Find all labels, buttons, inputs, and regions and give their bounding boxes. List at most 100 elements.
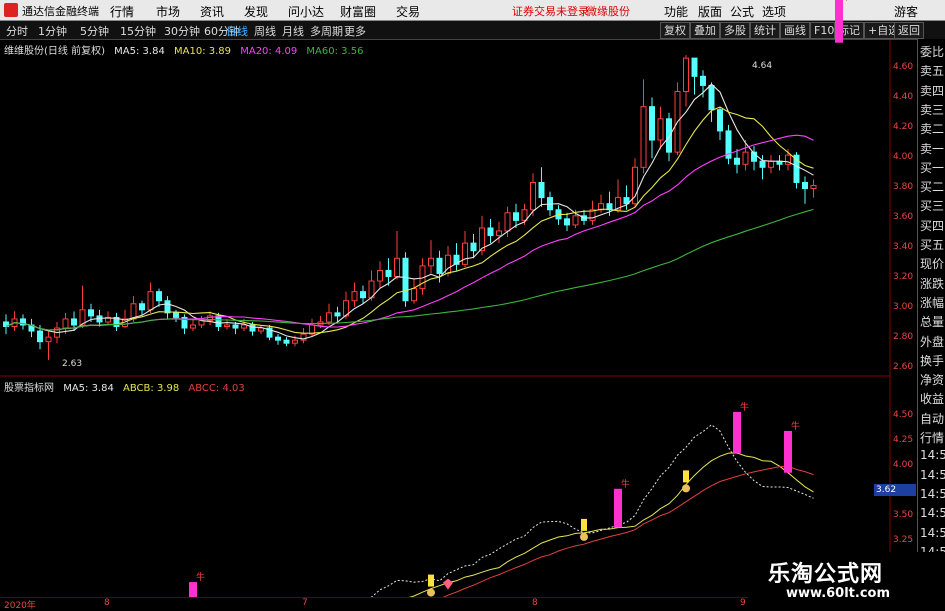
candle-body	[215, 315, 222, 328]
buy-bar	[683, 470, 689, 483]
candle-body	[88, 309, 94, 317]
candle-body	[462, 242, 468, 265]
candle-body	[428, 257, 434, 267]
candle-body	[768, 160, 774, 168]
candle-body	[504, 212, 511, 232]
x-tick-1: 8	[104, 598, 110, 608]
candle-body	[666, 118, 672, 153]
candle-body	[411, 288, 417, 302]
signal-label: 牛	[791, 420, 800, 432]
quote-field: 卖二	[920, 122, 945, 137]
quote-field: 卖四	[920, 83, 945, 98]
price-tick: 4.60	[893, 62, 914, 72]
candle-body	[190, 324, 196, 329]
candle-body	[402, 257, 409, 302]
candle-body	[258, 327, 264, 332]
candle-body	[385, 269, 392, 277]
signal-bar	[733, 412, 741, 453]
candle-body	[275, 336, 281, 341]
candle-body	[708, 84, 715, 111]
candle-body	[283, 339, 290, 344]
quote-field: 换手	[920, 353, 945, 368]
chart-canvas[interactable]: 牛牛牛牛牛 4.64 2.63	[0, 0, 917, 597]
indicator-tick: 3.25	[893, 535, 914, 545]
candle-body	[394, 257, 400, 277]
indicator-markers-group: 牛牛牛牛牛	[189, 0, 851, 597]
price-tick: 4.00	[893, 152, 914, 162]
candle-body	[810, 184, 817, 190]
signal-bar	[784, 430, 792, 473]
candle-body	[538, 181, 545, 199]
signal-label: 牛	[196, 571, 205, 583]
candle-body	[62, 318, 69, 329]
indicator-tick: 4.50	[893, 410, 914, 420]
quote-field: 涨幅	[920, 295, 945, 310]
quote-field: 买一	[920, 160, 945, 175]
quote-field: 买五	[920, 238, 945, 252]
watermark: 乐淘公式网 www.60lt.com	[748, 552, 945, 609]
signal-label: 牛	[621, 478, 630, 490]
price-tick: 3.40	[893, 242, 914, 252]
abcb-line	[408, 452, 814, 597]
candle-body	[717, 109, 723, 132]
buy-bar	[581, 518, 587, 531]
diamond-icon	[443, 578, 453, 590]
candle-body	[530, 181, 536, 211]
candle-body	[45, 336, 52, 343]
price-tick: 3.20	[893, 272, 914, 282]
quote-field: 14:50	[920, 486, 945, 501]
quote-field: 14:50	[920, 467, 945, 482]
candle-body	[487, 227, 494, 237]
candle-body	[742, 151, 749, 165]
x-tick-4: 9	[740, 598, 746, 608]
candle-body	[232, 324, 239, 329]
ma20-line	[5, 134, 814, 331]
candle-body	[360, 291, 366, 299]
x-tick-0: 2020年	[4, 601, 36, 611]
indicator-tick: 4.00	[893, 460, 914, 470]
signal-label: 牛	[842, 0, 851, 3]
current-value-tag: 3.62	[874, 484, 916, 496]
candle-body	[164, 300, 171, 314]
candle-body	[734, 157, 740, 165]
quote-field: 买四	[920, 218, 945, 233]
low-annotation: 2.63	[62, 359, 82, 369]
money-bag-icon	[427, 588, 435, 597]
watermark-url: www.60lt.com	[786, 586, 891, 601]
signal-label: 牛	[740, 401, 749, 413]
candle-body	[326, 312, 332, 323]
candle-body	[572, 215, 579, 226]
signal-bar	[835, 0, 843, 43]
price-tick: 3.80	[893, 182, 914, 192]
quote-field: 卖一	[920, 141, 945, 156]
ind-ma5-line	[370, 424, 814, 597]
ma5-line	[5, 83, 814, 340]
candle-body	[521, 209, 528, 221]
quote-field: 买三	[920, 199, 945, 214]
candle-body	[802, 181, 808, 190]
quote-field: 现价	[920, 257, 945, 272]
price-tick: 2.60	[893, 362, 914, 372]
quote-field: 收益	[920, 392, 945, 407]
quote-field: 总量	[920, 315, 945, 330]
candle-body	[513, 212, 519, 221]
money-bag-icon	[682, 484, 690, 493]
price-tick: 4.40	[893, 92, 914, 102]
candle-body	[156, 291, 162, 302]
x-tick-2: 7	[302, 598, 308, 608]
candle-body	[241, 324, 247, 329]
candle-body	[683, 57, 689, 92]
candle-body	[334, 312, 341, 317]
candle-body	[173, 312, 179, 318]
quote-field: 14:50	[920, 525, 945, 540]
quote-field: 涨跌	[920, 276, 945, 291]
quote-field: 外盘	[920, 334, 945, 349]
quote-field: 自动	[920, 411, 945, 426]
candle-body	[224, 324, 230, 328]
quote-field: 买二	[920, 180, 945, 195]
quote-field: 卖三	[920, 102, 945, 117]
indicator-tick: 4.25	[893, 435, 914, 445]
ma60-line	[5, 208, 814, 331]
candle-body	[37, 330, 43, 343]
price-tick: 3.60	[893, 212, 914, 222]
